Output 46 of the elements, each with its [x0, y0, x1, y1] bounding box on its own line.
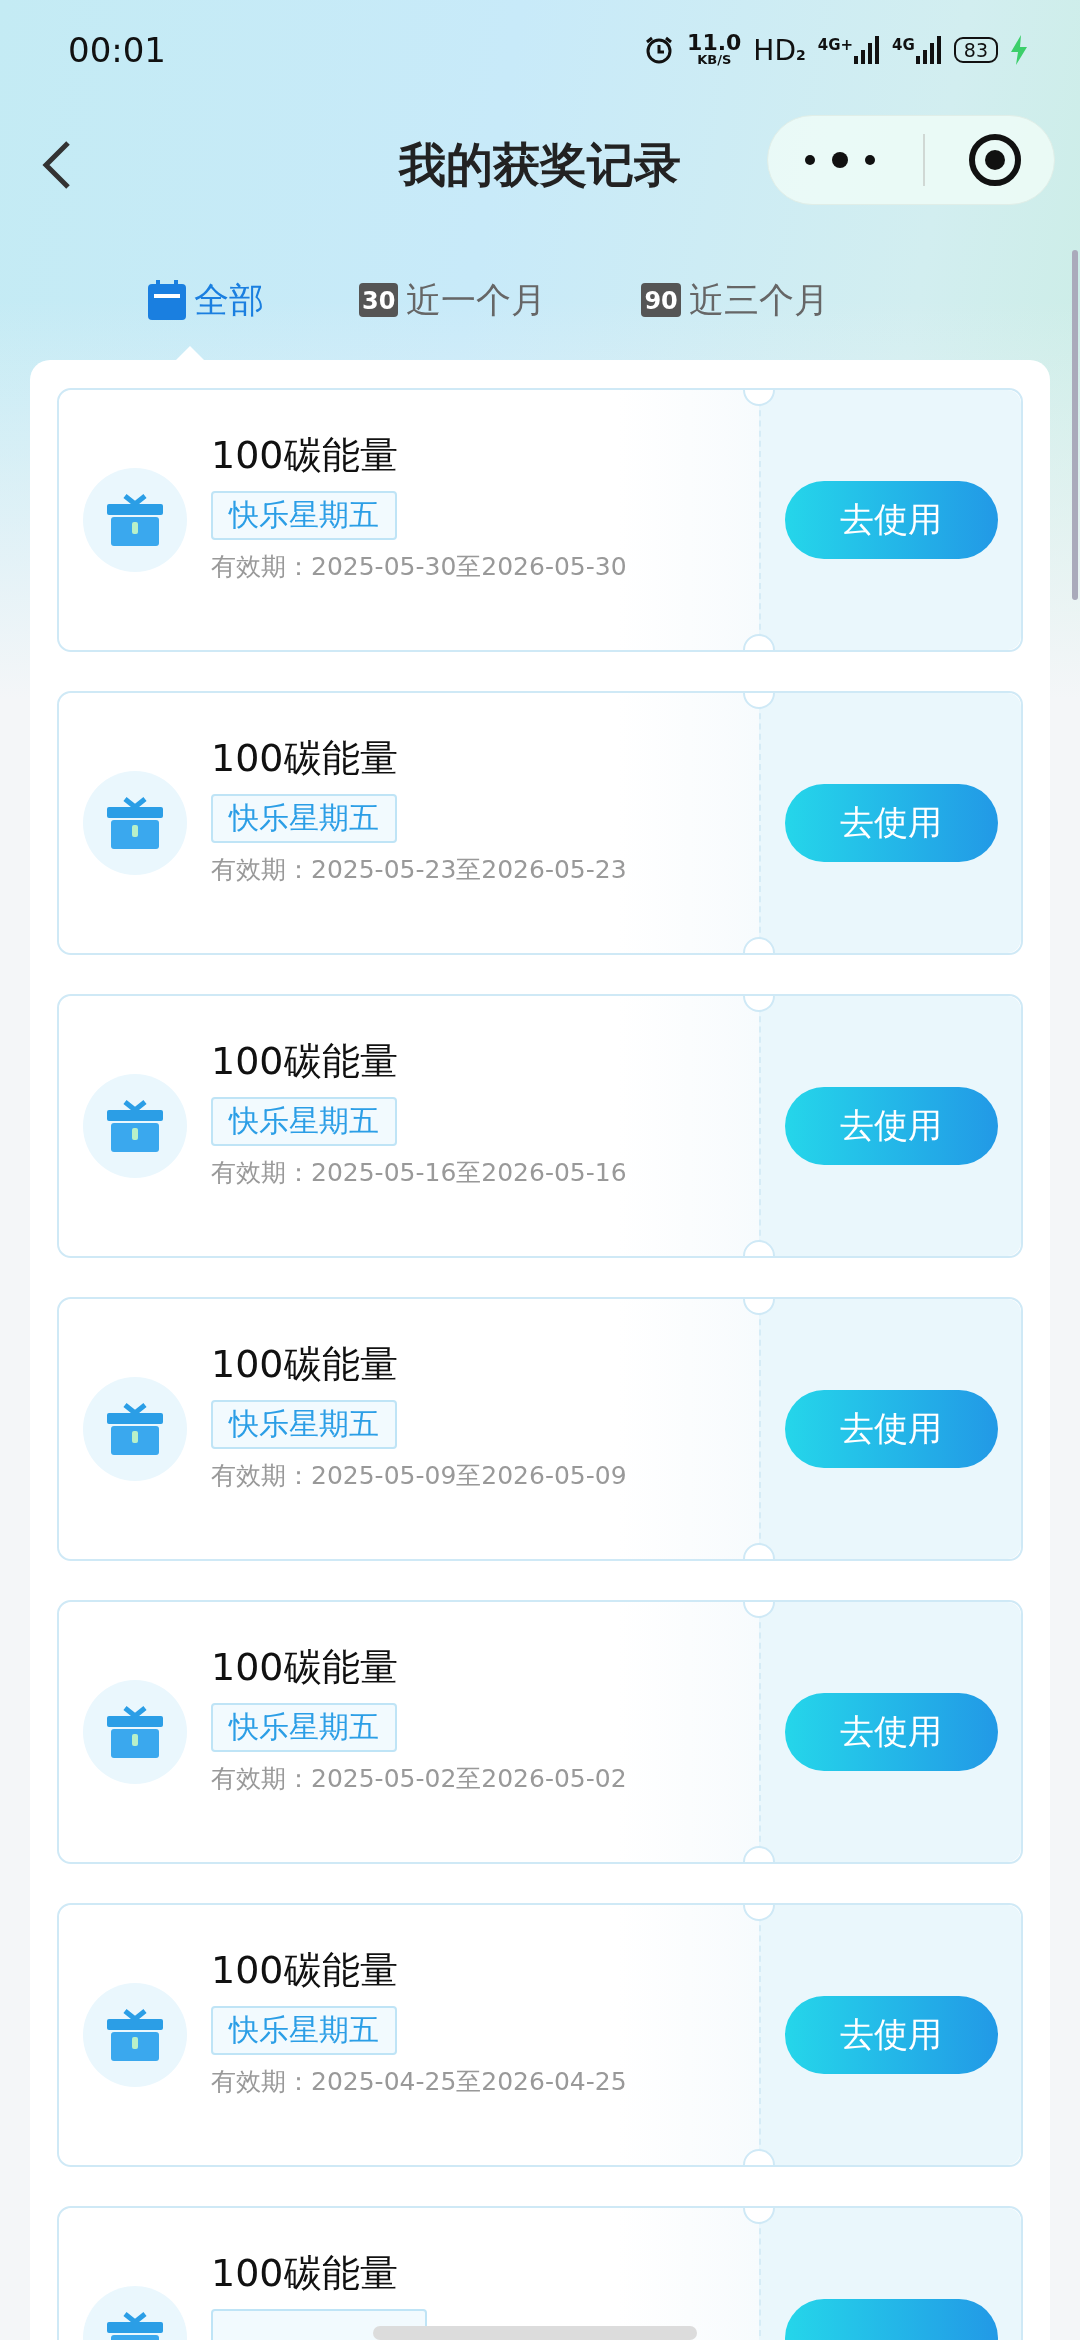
filter-tab[interactable]: 全部: [148, 278, 264, 322]
gift-icon: [107, 2009, 163, 2061]
filter-tab[interactable]: 30 近一个月: [359, 278, 547, 322]
event-tag: 快乐星期五: [211, 1400, 397, 1449]
hd-label: HD2: [753, 33, 806, 67]
validity-period: 有效期：2025-05-09至2026-05-09: [211, 1460, 627, 1492]
signal-indicator: 4G: [892, 36, 942, 64]
reward-title: 100碳能量: [211, 1947, 398, 1994]
reward-title: 100碳能量: [211, 1341, 398, 1388]
back-icon[interactable]: [42, 140, 72, 190]
reward-title: 100碳能量: [211, 735, 398, 782]
gift-icon: [107, 797, 163, 849]
status-time: 00:01: [68, 30, 166, 70]
event-tag: 快乐星期五: [211, 491, 397, 540]
calendar-icon: 30: [359, 283, 399, 317]
validity-period: 有效期：2025-05-30至2026-05-30: [211, 551, 627, 583]
use-button[interactable]: 去使用: [784, 1693, 998, 1771]
gift-icon: [107, 494, 163, 546]
validity-period: 有效期：2025-04-25至2026-04-25: [211, 2066, 627, 2098]
network-speed: 11.0 KB/S: [687, 33, 742, 67]
reward-title: 100碳能量: [211, 1644, 398, 1691]
page-title: 我的获奖记录: [399, 135, 681, 194]
gift-icon: [107, 1706, 163, 1758]
reward-title: 100碳能量: [211, 2250, 398, 2297]
gift-icon: [107, 1403, 163, 1455]
close-icon[interactable]: [968, 133, 1023, 187]
validity-period: 有效期：2025-05-02至2026-05-02: [211, 1763, 627, 1795]
gift-icon: [107, 1100, 163, 1152]
signal-indicator: 4G+: [817, 36, 881, 64]
calendar-icon: 90: [641, 283, 681, 317]
event-tag: 快乐星期五: [211, 1703, 397, 1752]
reward-title: 100碳能量: [211, 432, 398, 479]
validity-period: 有效期：2025-05-23至2026-05-23: [211, 854, 627, 886]
event-tag: 快乐星期五: [211, 1097, 397, 1146]
event-tag: 快乐星期五: [211, 2006, 397, 2055]
battery-indicator: 83: [953, 37, 998, 63]
validity-period: 有效期：2025-05-16至2026-05-16: [211, 1157, 627, 1189]
event-tag: 快乐星期五: [211, 794, 397, 843]
use-button[interactable]: 去使用: [784, 481, 998, 559]
filter-tab[interactable]: 90 近三个月: [641, 278, 829, 322]
use-button[interactable]: 去使用: [784, 1087, 998, 1165]
use-button[interactable]: 去使用: [784, 1390, 998, 1468]
use-button[interactable]: 去使用: [784, 1996, 998, 2074]
calendar-icon: [148, 280, 186, 320]
use-button[interactable]: 去使用: [784, 784, 998, 862]
reward-title: 100碳能量: [211, 1038, 398, 1085]
